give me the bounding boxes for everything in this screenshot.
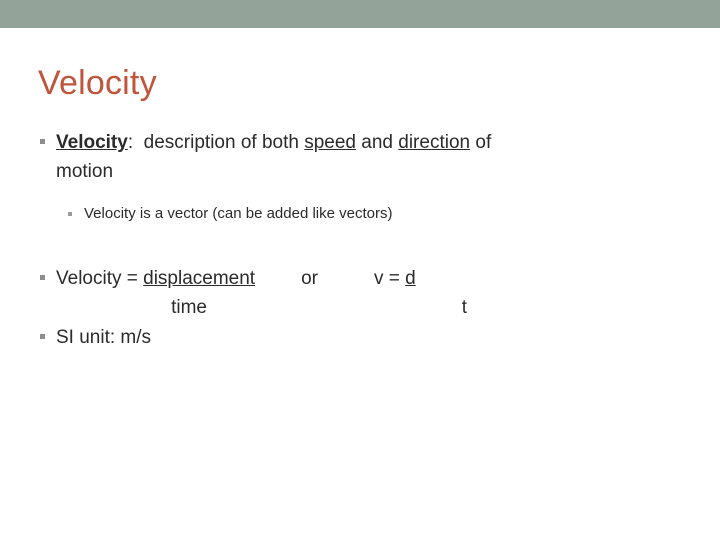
equation-denominator-row: time t	[0, 293, 720, 323]
spacer-before-equation	[0, 226, 720, 264]
equation-short-denominator: t	[461, 297, 467, 318]
definition-wrap-line: motion	[56, 161, 114, 182]
bullet-marker-icon	[40, 139, 45, 144]
bullet-item-si-unit: SI unit: m/s	[0, 323, 720, 352]
bullet-item-equation: Velocity = displacement or v = d	[0, 264, 720, 293]
definition-emphasis-direction: direction	[398, 132, 471, 153]
spacer-after-definition	[0, 186, 720, 202]
subbullet-vector-text: Velocity is a vector (can be added like …	[84, 205, 393, 222]
equation-short-numerator: d	[405, 268, 416, 289]
definition-colon: :	[127, 132, 134, 153]
subbullet-item-vector: Velocity is a vector (can be added like …	[0, 202, 720, 226]
equation-numerator: displacement	[143, 268, 256, 289]
slide: Velocity Velocity: description of both s…	[0, 0, 720, 540]
definition-emphasis-speed: speed	[304, 132, 356, 153]
equation-label: Velocity =	[56, 268, 144, 289]
definition-tail-text: of	[470, 132, 492, 153]
equation-connector: or	[301, 268, 318, 289]
equation-denominator: time	[171, 297, 207, 318]
subbullet-marker-icon	[68, 212, 72, 216]
bullet-item-definition: Velocity: description of both speed and …	[0, 128, 720, 186]
slide-body: Velocity: description of both speed and …	[0, 128, 720, 352]
definition-term: Velocity	[56, 132, 128, 153]
bullet-marker-icon	[40, 275, 45, 280]
definition-lead-text: description of both	[143, 132, 305, 153]
page-title: Velocity	[38, 64, 157, 102]
bullet-marker-icon	[40, 334, 45, 339]
equation-short-label: v =	[374, 268, 406, 289]
slide-top-banner	[0, 0, 720, 28]
si-unit-text: SI unit: m/s	[56, 327, 152, 348]
definition-middle-text: and	[356, 132, 399, 153]
